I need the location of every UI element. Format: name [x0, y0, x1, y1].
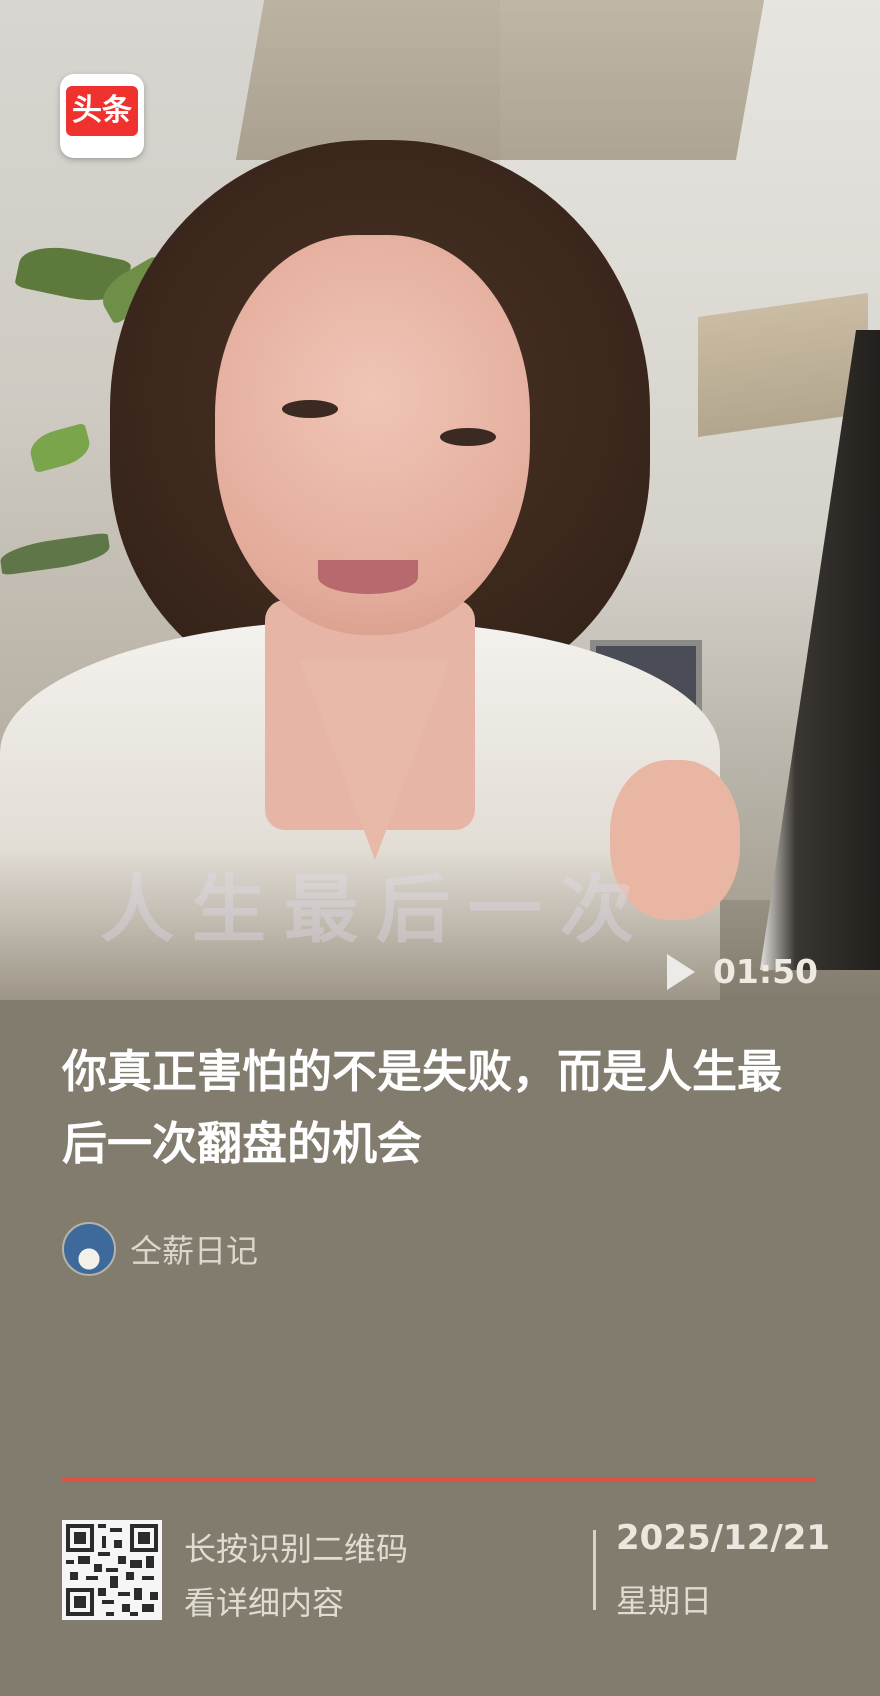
person-eye-right: [440, 428, 496, 446]
plant-leaf: [26, 422, 94, 474]
author-name[interactable]: 仝薪日记: [130, 1226, 258, 1272]
plant-leaf: [0, 532, 112, 576]
author-info[interactable]: 仝薪日记: [62, 1222, 258, 1276]
publish-date: 2025/12/21: [616, 1518, 831, 1558]
logo-text: 头条: [66, 86, 138, 136]
wall-shelf: [698, 293, 868, 437]
person-mouth: [318, 560, 418, 594]
person-eye-left: [282, 400, 338, 418]
duration-label: 01:50: [712, 952, 818, 991]
qr-line2: 看详细内容: [184, 1584, 345, 1622]
article-title[interactable]: 你真正害怕的不是失败，而是人生最后一次翻盘的机会: [62, 1036, 822, 1180]
video-duration[interactable]: 01:50: [666, 952, 818, 991]
play-icon[interactable]: [666, 953, 695, 990]
publish-weekday: 星期日: [616, 1582, 713, 1620]
video-caption-overlay: 人生最后一次: [100, 867, 652, 953]
toutiao-logo: 头条: [60, 74, 144, 158]
qr-instructions: 长按识别二维码 看详细内容: [184, 1522, 408, 1630]
author-avatar[interactable]: [62, 1222, 116, 1276]
qr-code-icon[interactable]: [62, 1520, 162, 1620]
section-divider: [62, 1478, 816, 1482]
qr-line1: 长按识别二维码: [184, 1530, 409, 1568]
ceiling-beam: [235, 0, 765, 160]
footer-vertical-divider: [593, 1530, 596, 1610]
